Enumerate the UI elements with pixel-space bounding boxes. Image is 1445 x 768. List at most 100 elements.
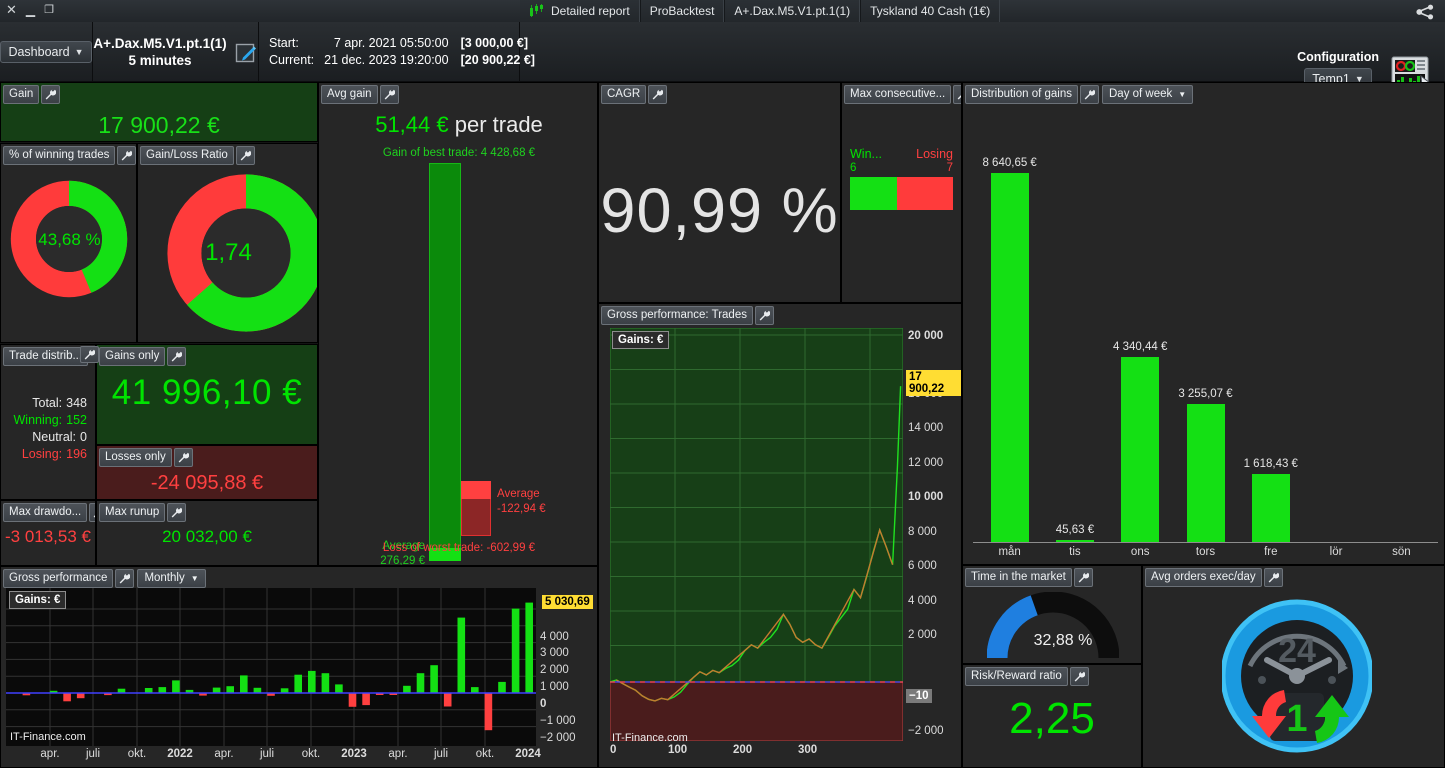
chevron-down-icon: ▼ bbox=[1178, 90, 1187, 99]
monthly-bar bbox=[226, 686, 234, 693]
widget-title: Gains only bbox=[99, 347, 166, 366]
tab-label: A+.Dax.M5.V1.pt.1(1) bbox=[734, 4, 851, 18]
wrench-icon[interactable] bbox=[167, 347, 187, 366]
watermark: IT-Finance.com bbox=[612, 732, 688, 744]
minimize-icon[interactable]: ▁ bbox=[26, 3, 35, 17]
winning-trades-value: 43,68 % bbox=[38, 230, 101, 249]
close-icon[interactable]: ✕ bbox=[6, 3, 17, 17]
wrench-icon[interactable] bbox=[379, 85, 399, 104]
monthly-bar bbox=[294, 674, 302, 693]
distribution-bar-label: 4 340,44 € bbox=[1113, 341, 1168, 354]
wrench-icon[interactable] bbox=[754, 306, 774, 325]
wrench-icon[interactable] bbox=[953, 85, 961, 104]
monthly-x-label: 2024 bbox=[515, 748, 541, 760]
widget-trade-distribution: Trade distrib... bbox=[0, 344, 96, 500]
monthly-bar bbox=[457, 617, 466, 693]
current-amount: [20 900,22 €] bbox=[460, 52, 535, 67]
wrench-icon[interactable] bbox=[1263, 568, 1283, 587]
trades-equity-chart bbox=[610, 328, 903, 741]
widget-title: Gain bbox=[3, 85, 40, 104]
wrench-icon[interactable] bbox=[115, 569, 135, 588]
widget-gross-performance-monthly: Gross performance Monthly ▼ Gains: € IT-… bbox=[0, 566, 598, 768]
wrench-icon[interactable] bbox=[648, 85, 668, 104]
widget-title: % of winning trades bbox=[3, 146, 116, 165]
widget-avg-gain: Avg gain 51,44 € per trade Gain of best … bbox=[318, 82, 598, 566]
watermark: IT-Finance.com bbox=[10, 731, 86, 743]
wrench-icon[interactable] bbox=[235, 146, 255, 165]
max-drawdown-value: -3 013,53 € bbox=[4, 527, 91, 546]
monthly-bar bbox=[484, 693, 493, 731]
share-icon[interactable] bbox=[1415, 4, 1435, 20]
distribution-bar-label: 8 640,65 € bbox=[982, 157, 1037, 169]
wrench-icon[interactable] bbox=[1080, 85, 1099, 104]
widget-losses-only: Losses only -24 095,88 € bbox=[96, 445, 318, 500]
widget-gross-performance-trades: Gross performance: Trades Gains: € IT-Fi… bbox=[598, 303, 962, 768]
distribution-grouping-select[interactable]: Day of week ▼ bbox=[1102, 85, 1194, 104]
max-runup-value: 20 032,00 € bbox=[162, 527, 252, 546]
tab-label: ProBacktest bbox=[649, 4, 715, 18]
candlestick-icon bbox=[530, 4, 543, 17]
distribution-plot: 8 640,65 € 45,63 € 4 340,44 € 3 255,07 € 1 6… bbox=[963, 107, 1444, 543]
dashboard-select-cell: Dashboard ▼ bbox=[0, 22, 93, 81]
widget-title: Gross performance: Trades bbox=[601, 306, 753, 325]
widget-title: Avg orders exec/day bbox=[1145, 568, 1262, 587]
widget-title: Risk/Reward ratio bbox=[965, 667, 1068, 686]
best-trade-label: Gain of best trade: 4 428,68 € bbox=[382, 147, 536, 159]
monthly-y-axis: 4 000 3 000 2 000 1 000 0 −1 000 −2 000 bbox=[540, 631, 576, 744]
max-consecutive-losing-value: 7 bbox=[946, 162, 953, 174]
dashboard-select[interactable]: Dashboard ▼ bbox=[0, 40, 92, 63]
strategy-info-cell: A+.Dax.M5.V1.pt.1(1) 5 minutes bbox=[92, 22, 259, 81]
restore-icon[interactable]: ❐ bbox=[44, 3, 54, 17]
trades-zero-line-badge: −10 bbox=[906, 689, 932, 703]
distribution-x-label: fre bbox=[1264, 546, 1278, 558]
widget-time-in-market: Time in the market 32,88 % bbox=[962, 565, 1142, 664]
monthly-period-select[interactable]: Monthly ▼ bbox=[137, 569, 206, 588]
max-consecutive-losing-label: Losing bbox=[916, 147, 953, 161]
wrench-icon[interactable] bbox=[1069, 667, 1089, 686]
monthly-bar bbox=[158, 687, 167, 693]
distribution-bar bbox=[990, 173, 1029, 543]
clock-24-label: 24 bbox=[1278, 632, 1316, 670]
wrench-icon[interactable] bbox=[89, 503, 95, 522]
distribution-bar bbox=[1251, 473, 1290, 543]
monthly-bar-chart bbox=[6, 588, 536, 746]
distribution-x-label: sön bbox=[1392, 546, 1411, 558]
configuration-title: Configuration bbox=[1297, 50, 1379, 64]
avg-gain-amount: 276,29 € bbox=[380, 555, 425, 566]
time-in-market-gauge bbox=[987, 592, 1119, 659]
chevron-down-icon: ▼ bbox=[74, 46, 84, 57]
monthly-bar bbox=[172, 680, 180, 693]
wrench-icon[interactable] bbox=[80, 346, 99, 363]
wrench-icon[interactable] bbox=[41, 85, 61, 104]
cagr-value: 90,99 % bbox=[600, 176, 839, 246]
wrench-icon[interactable] bbox=[1073, 568, 1093, 587]
start-date: 7 apr. 2021 05:50:00 bbox=[333, 35, 449, 50]
tab-instrument[interactable]: Tyskland 40 Cash (1€) bbox=[860, 0, 1001, 22]
widget-title: Max runup bbox=[99, 503, 166, 522]
max-consecutive-losing-bar bbox=[897, 177, 953, 210]
distribution-bar bbox=[1186, 403, 1225, 543]
widget-title: Max drawdo... bbox=[3, 503, 88, 522]
dashboard-select-label: Dashboard bbox=[8, 44, 70, 59]
monthly-x-axis: apr. juli okt. 2022 apr. juli okt. 2023 apr. juli… bbox=[6, 748, 540, 766]
widget-max-drawdown: Max drawdo... -3 013,53 € bbox=[0, 500, 96, 566]
edit-pencil-icon[interactable] bbox=[235, 41, 257, 63]
current-label: Current: bbox=[269, 52, 315, 67]
monthly-period-value: Monthly bbox=[144, 572, 185, 584]
monthly-last-value-badge: 5 030,69 bbox=[542, 595, 593, 609]
tab-detailed-report[interactable]: Detailed report bbox=[520, 0, 640, 22]
tab-strategy[interactable]: A+.Dax.M5.V1.pt.1(1) bbox=[724, 0, 861, 22]
trades-last-value-badge: 17 900,22 bbox=[906, 370, 961, 396]
monthly-bar bbox=[511, 608, 520, 693]
period-info-cell: Start: 7 apr. 2021 05:50:00 [3 000,00 €]… bbox=[258, 22, 535, 81]
widget-title: Distribution of gains bbox=[965, 85, 1078, 104]
wrench-icon[interactable] bbox=[167, 503, 187, 522]
wrench-icon[interactable] bbox=[173, 448, 193, 467]
wrench-icon[interactable] bbox=[117, 146, 136, 165]
distribution-x-axis: mån tis ons tors fre lör sön bbox=[963, 546, 1444, 564]
tab-probacktest[interactable]: ProBacktest bbox=[639, 0, 725, 22]
distribution-x-label: lör bbox=[1329, 546, 1343, 558]
monthly-bar bbox=[525, 602, 533, 693]
distribution-bar-label: 3 255,07 € bbox=[1178, 387, 1233, 400]
best-trade-bar bbox=[429, 163, 461, 561]
